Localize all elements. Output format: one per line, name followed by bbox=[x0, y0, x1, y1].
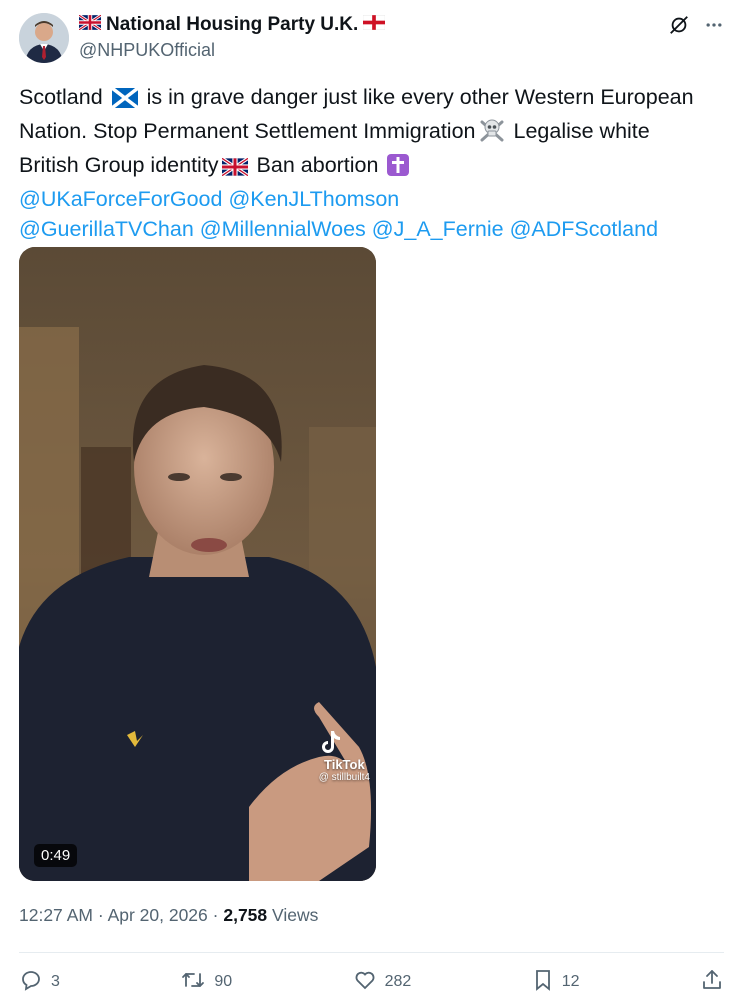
bookmark-button[interactable]: 12 bbox=[532, 968, 580, 997]
tweet-time[interactable]: 12:27 AM bbox=[19, 905, 93, 925]
repost-icon bbox=[180, 968, 206, 997]
views-label: Views bbox=[272, 905, 319, 925]
mention-link[interactable]: @UKaForceForGood bbox=[19, 187, 222, 211]
repost-count: 90 bbox=[214, 973, 233, 990]
uk-flag-icon bbox=[220, 154, 249, 184]
tiktok-label: TikTok bbox=[324, 757, 365, 772]
like-count: 282 bbox=[384, 973, 412, 990]
mention-link[interactable]: @ADFScotland bbox=[510, 217, 659, 241]
tweet-text: Scotland is in grave danger just like ev… bbox=[19, 82, 719, 244]
separator-dot: · bbox=[97, 905, 104, 925]
mention-link[interactable]: @J_A_Fernie bbox=[372, 217, 504, 241]
video-duration: 0:49 bbox=[34, 844, 78, 867]
reply-icon bbox=[19, 968, 43, 997]
mention-link[interactable]: @KenJLThomson bbox=[228, 187, 399, 211]
repost-button[interactable]: 90 bbox=[180, 968, 232, 997]
bookmark-count: 12 bbox=[561, 973, 580, 990]
reply-count: 3 bbox=[51, 973, 60, 990]
scotland-flag-icon bbox=[110, 86, 139, 116]
share-button[interactable] bbox=[700, 968, 724, 997]
like-icon bbox=[353, 968, 377, 997]
latin-cross-icon bbox=[387, 154, 410, 184]
views-count: 2,758 bbox=[223, 905, 268, 925]
skull-crossbones-icon bbox=[479, 118, 505, 150]
grok-icon[interactable] bbox=[668, 14, 690, 36]
avatar[interactable] bbox=[19, 13, 69, 63]
more-icon[interactable] bbox=[704, 15, 724, 35]
tweet-meta: 12:27 AM · Apr 20, 2026 · 2,758 Views bbox=[19, 905, 318, 926]
tiktok-user: @ stillbuilt4 bbox=[318, 772, 370, 783]
tiktok-icon bbox=[321, 731, 340, 753]
tweet-text-segment: British Group identity bbox=[19, 153, 219, 177]
england-flag-icon bbox=[363, 14, 386, 35]
tweet-text-segment: is in grave danger just like every other… bbox=[146, 85, 694, 109]
mention-link[interactable]: @GuerillaTVChan bbox=[19, 217, 194, 241]
tweet-text-segment: Nation. Stop Permanent Settlement Immigr… bbox=[19, 119, 476, 143]
uk-flag-icon bbox=[78, 13, 102, 35]
bookmark-icon bbox=[532, 968, 554, 997]
tweet-text-segment: Legalise white bbox=[513, 119, 650, 143]
divider bbox=[19, 952, 724, 953]
share-icon bbox=[700, 968, 724, 997]
reply-button[interactable]: 3 bbox=[19, 968, 60, 997]
mention-link[interactable]: @MillennialWoes bbox=[200, 217, 366, 241]
video-player[interactable]: TikTok @ stillbuilt4 0:49 bbox=[19, 247, 376, 881]
tiktok-watermark: TikTok @ stillbuilt4 bbox=[319, 729, 370, 783]
action-bar: 3 90 282 12 bbox=[19, 967, 724, 997]
like-button[interactable]: 282 bbox=[353, 968, 412, 997]
separator-dot: · bbox=[212, 905, 219, 925]
tweet-date[interactable]: Apr 20, 2026 bbox=[108, 905, 208, 925]
tweet-text-segment: Scotland bbox=[19, 85, 103, 109]
author-handle[interactable]: @NHPUKOfficial bbox=[79, 40, 215, 61]
tweet-text-segment: Ban abortion bbox=[256, 153, 379, 177]
video-frame bbox=[19, 247, 376, 881]
author-name[interactable]: National Housing Party U.K. bbox=[106, 14, 358, 36]
